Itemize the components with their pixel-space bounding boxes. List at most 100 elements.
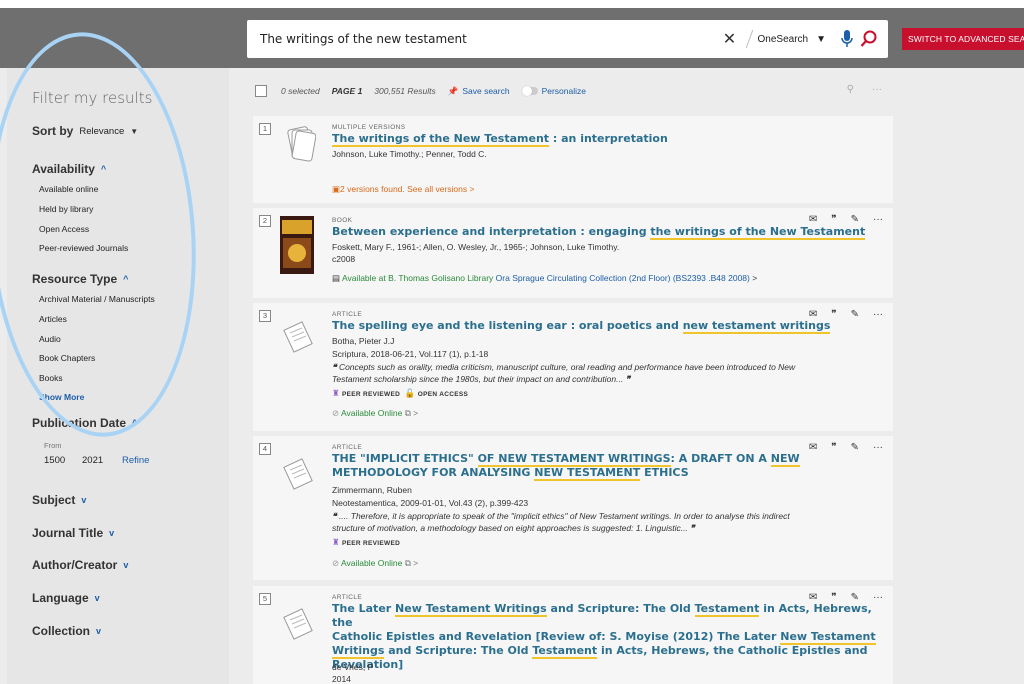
show-more-link[interactable]: Show More <box>39 392 84 402</box>
facet-item[interactable]: Articles <box>39 314 67 324</box>
facet-subject[interactable]: Subject v <box>32 493 86 507</box>
search-scope-dropdown[interactable]: OneSearch ▼ <box>758 34 827 45</box>
email-icon[interactable]: ✉ <box>809 309 817 320</box>
result-number: 1 <box>259 123 271 135</box>
facet-item[interactable]: Peer-reviewed Journals <box>39 243 128 253</box>
result-title[interactable]: Between experience and interpretation : … <box>332 225 866 240</box>
date-to-input[interactable]: 2021 <box>82 455 103 466</box>
result-snippet: structure of motivation, a methodology b… <box>332 523 695 533</box>
search-input[interactable]: The writings of the new testament <box>260 32 719 46</box>
save-search-button[interactable]: 📌 Save search <box>448 86 510 97</box>
search-icon[interactable] <box>858 30 880 48</box>
facet-item[interactable]: Open Access <box>39 224 89 234</box>
facet-label: Publication Date <box>32 416 127 430</box>
book-cover-image <box>280 216 314 274</box>
pin-icon[interactable]: ✎ <box>851 592 859 603</box>
availability-text: Available at B. Thomas Golisano Library <box>341 273 494 283</box>
facet-item[interactable]: Archival Material / Manuscripts <box>39 294 155 304</box>
versions-text: 2 versions found. See all versions <box>340 184 468 194</box>
available-online-link[interactable]: ⊘ Available Online ⧉ > <box>332 408 418 419</box>
facet-item[interactable]: Held by library <box>39 204 93 214</box>
link-icon: ⊘ <box>332 558 340 568</box>
title-highlight: New Testament Writings <box>395 602 547 617</box>
date-from-input[interactable]: 1500 <box>44 455 65 466</box>
chevron-down-icon: ▼ <box>816 33 826 45</box>
facet-availability[interactable]: Availability ^ <box>32 162 106 176</box>
result-snippet: ❝ .... Therefore, it is appropriate to s… <box>332 511 790 521</box>
citation-icon[interactable]: ❞ <box>831 442 836 453</box>
email-icon[interactable]: ✉ <box>809 442 817 453</box>
personalize-label: Personalize <box>541 86 586 96</box>
pin-icon[interactable]: ✎ <box>851 309 859 320</box>
personalize-toggle[interactable]: Personalize <box>521 86 586 96</box>
advanced-search-button[interactable]: SWITCH TO ADVANCED SEARCH <box>902 28 1024 50</box>
open-access-icon: 🔓 <box>404 388 416 398</box>
facet-journal-title[interactable]: Journal Title v <box>32 526 114 540</box>
result-date: c2008 <box>332 254 356 264</box>
result-snippet: ❝ Concepts such as orality, media critic… <box>332 362 796 372</box>
peer-reviewed-icon: ♜ <box>332 388 340 398</box>
facet-language[interactable]: Language v <box>32 591 100 605</box>
title-highlight: Testament <box>694 602 760 617</box>
result-title[interactable]: THE "IMPLICIT ETHICS" OF NEW TESTAMENT W… <box>332 452 800 481</box>
result-actions: ✉ ❞ ✎ ··· <box>809 442 883 453</box>
pin-icon[interactable]: ⚲ <box>847 84 854 95</box>
facet-item[interactable]: Audio <box>39 334 61 344</box>
sort-label: Sort by <box>32 124 74 138</box>
select-all-checkbox[interactable] <box>255 85 267 97</box>
email-icon[interactable]: ✉ <box>809 214 817 225</box>
more-icon[interactable]: ··· <box>872 84 882 95</box>
result-title[interactable]: The writings of the New Testament : an i… <box>332 132 668 147</box>
result-type: ARTICLE <box>332 311 363 318</box>
email-icon[interactable]: ✉ <box>809 592 817 603</box>
facet-item[interactable]: Books <box>39 373 63 383</box>
availability-line[interactable]: ▤ Available at B. Thomas Golisano Librar… <box>332 273 757 284</box>
more-icon[interactable]: ··· <box>873 442 883 453</box>
versions-link[interactable]: ▣2 versions found. See all versions > <box>332 184 474 195</box>
facet-item[interactable]: Book Chapters <box>39 353 95 363</box>
citation-icon[interactable]: ❞ <box>831 214 836 225</box>
available-online-link[interactable]: ⊘ Available Online ⧉ > <box>332 558 418 569</box>
search-scope-label: OneSearch <box>757 33 809 45</box>
result-card: 5 ARTICLE The Later New Testament Writin… <box>253 586 893 684</box>
chevron-right-icon: > <box>469 184 475 194</box>
toggle-switch[interactable] <box>521 86 538 96</box>
pin-icon[interactable]: ✎ <box>851 442 859 453</box>
pin-icon[interactable]: ✎ <box>851 214 859 225</box>
date-from-label: From <box>44 441 62 450</box>
facet-label: Subject <box>32 493 76 507</box>
result-title[interactable]: The Later New Testament Writings and Scr… <box>332 602 893 672</box>
result-actions: ✉ ❞ ✎ ··· <box>809 309 883 320</box>
peer-reviewed-badge: PEER REVIEWED <box>342 391 401 398</box>
article-icon <box>280 319 316 363</box>
title-text: ETHICS <box>640 466 689 479</box>
clear-search-icon[interactable]: ✕ <box>719 29 741 49</box>
location-text: Ora Sprague Circulating Collection (2nd … <box>495 273 750 283</box>
facet-resource-type[interactable]: Resource Type ^ <box>32 272 128 286</box>
result-type: BOOK <box>332 217 353 224</box>
result-number: 2 <box>259 215 271 227</box>
facet-label: Availability <box>32 162 95 176</box>
facet-author-creator[interactable]: Author/Creator v <box>32 558 128 572</box>
citation-icon[interactable]: ❞ <box>831 309 836 320</box>
facet-label: Resource Type <box>32 272 118 286</box>
snippet-line: Concepts such as orality, media criticis… <box>338 362 796 372</box>
citation-icon[interactable]: ❞ <box>831 592 836 603</box>
facet-collection[interactable]: Collection v <box>32 624 101 638</box>
result-type: MULTIPLE VERSIONS <box>332 124 406 131</box>
chevron-down-icon: v <box>109 528 115 538</box>
title-highlight: Writings <box>332 644 385 659</box>
result-title[interactable]: The spelling eye and the listening ear :… <box>332 319 831 334</box>
more-icon[interactable]: ··· <box>873 309 883 320</box>
title-text: and Scripture: The Old <box>546 602 695 615</box>
sort-dropdown[interactable]: Sort by Relevance ▼ <box>32 124 138 138</box>
search-box[interactable]: The writings of the new testament ✕ OneS… <box>247 20 888 58</box>
sort-value: Relevance <box>79 125 125 137</box>
selected-count: 0 selected <box>281 86 320 96</box>
microphone-icon[interactable] <box>836 30 858 48</box>
more-icon[interactable]: ··· <box>873 592 883 603</box>
facet-publication-date[interactable]: Publication Date ^ <box>32 416 137 430</box>
more-icon[interactable]: ··· <box>873 214 883 225</box>
facet-item[interactable]: Available online <box>39 184 98 194</box>
refine-button[interactable]: Refine <box>122 455 149 466</box>
